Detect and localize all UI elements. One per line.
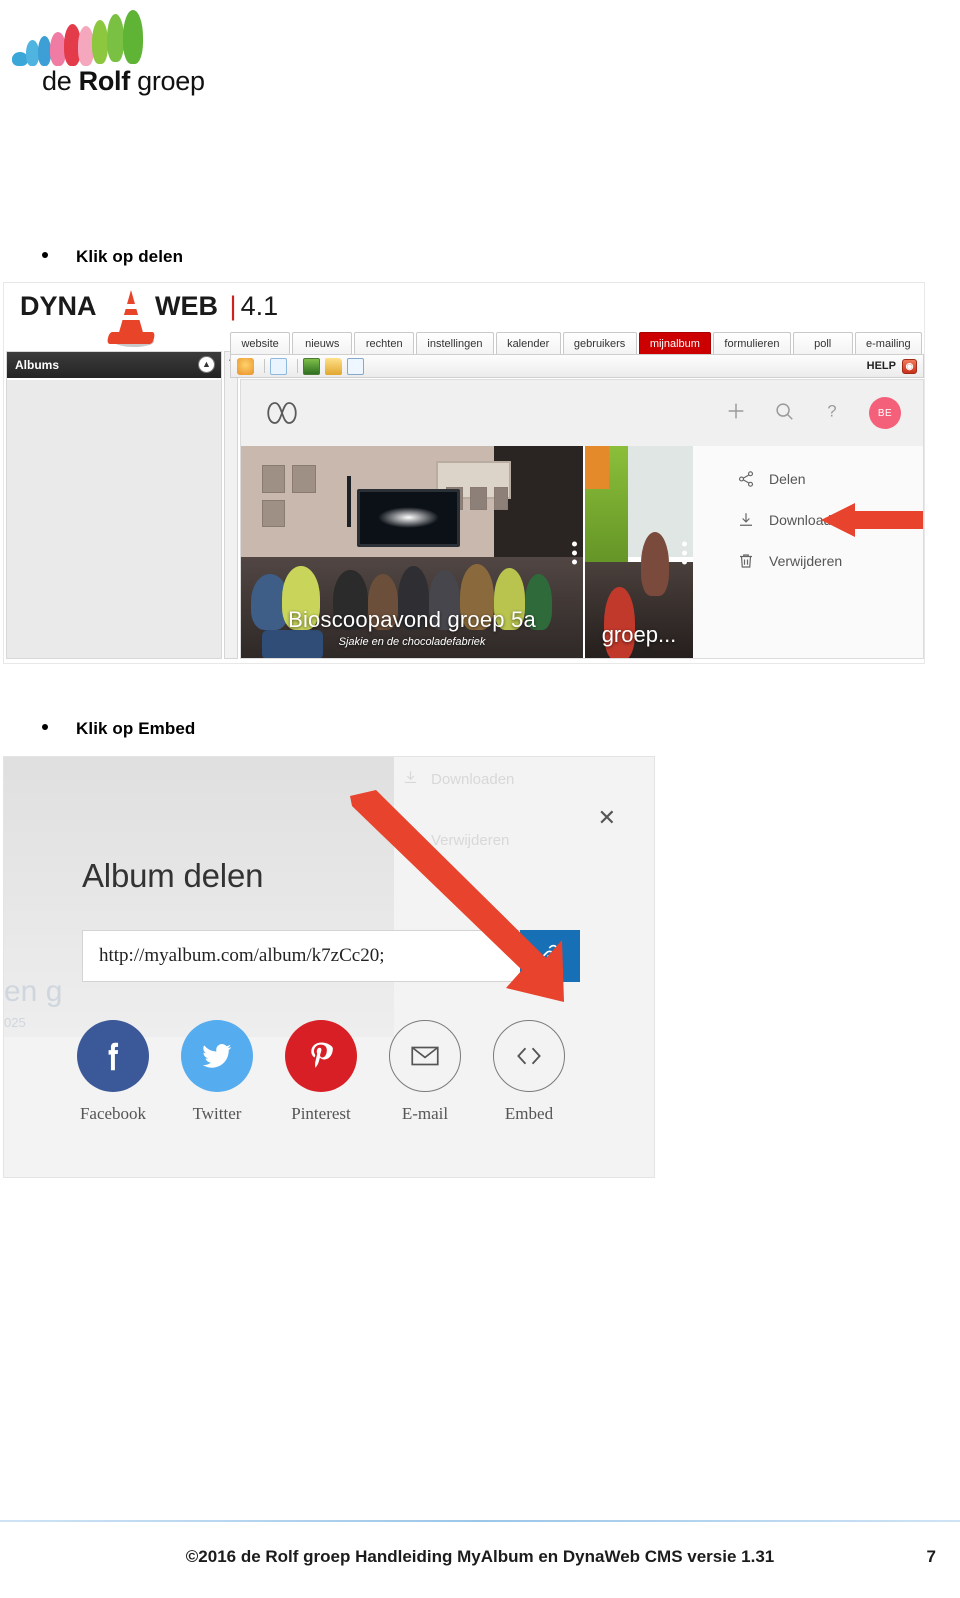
footer-divider (0, 1520, 960, 1522)
share-target-label: Pinterest (291, 1104, 351, 1123)
step-2-bullet: Klik op Embed (42, 719, 195, 739)
tab-rechten[interactable]: rechten (354, 332, 415, 354)
share-target-email[interactable]: E-mail (384, 1020, 466, 1124)
dynaweb-header: DYNA WEB | 4.1 (4, 283, 924, 347)
album-subtitle: Sjakie en de chocoladefabriek (338, 636, 486, 648)
preview-icon[interactable] (347, 357, 364, 375)
step-1-label: Klik op delen (76, 247, 184, 266)
tab-gebruikers[interactable]: gebruikers (562, 332, 637, 354)
twitter-icon (181, 1020, 253, 1092)
albums-panel-header: Albums ▲ (7, 352, 221, 378)
album-title: groep... (601, 622, 677, 647)
album-context-menu: Delen Downloaden Verwijderen (693, 446, 923, 658)
share-target-label: Embed (504, 1104, 554, 1123)
menu-item-delen[interactable]: Delen (737, 470, 923, 488)
traffic-cone-icon (106, 288, 156, 350)
tab-emailing[interactable]: e-mailing (854, 332, 922, 354)
bullet-dot-icon (42, 724, 48, 730)
album-tile-caption: Bioscoopavond groep 5a Sjakie en de choc… (241, 607, 583, 648)
panel-collapse-strip[interactable]: ^ (224, 351, 238, 659)
share-target-pinterest[interactable]: Pinterest (280, 1020, 362, 1124)
myalbum-album-grid: Bioscoopavond groep 5a Sjakie en de choc… (241, 446, 923, 658)
facebook-icon (77, 1020, 149, 1092)
pinterest-icon (285, 1020, 357, 1092)
svg-text:?: ? (827, 402, 836, 420)
plus-icon[interactable] (725, 400, 747, 427)
album-tile-groep[interactable]: groep... (583, 446, 693, 658)
tab-formulieren[interactable]: formulieren (713, 332, 791, 354)
albums-panel-body (7, 378, 221, 658)
page-number: 7 (926, 1547, 936, 1566)
envelope-icon (389, 1020, 461, 1092)
image-icon[interactable] (303, 357, 320, 375)
step-2-label: Klik op Embed (76, 719, 196, 738)
question-mark-icon[interactable]: ? (821, 400, 843, 427)
dynaweb-logo-dyna: DYNA (20, 291, 96, 321)
download-icon (737, 511, 755, 529)
dynaweb-version: 4.1 (240, 291, 279, 321)
tab-instellingen[interactable]: instellingen (416, 332, 494, 354)
album-title: Bioscoopavond groep 5a (288, 607, 536, 632)
footer-text: ©2016 de Rolf groep Handleiding MyAlbum … (185, 1547, 775, 1566)
tab-nieuws[interactable]: nieuws (292, 332, 353, 354)
tab-mijnalbum[interactable]: mijnalbum (638, 332, 712, 354)
myalbum-infinity-logo[interactable] (263, 400, 303, 426)
screenshot-dynaweb-myalbum: DYNA WEB |4.1 Albums ▲ ^ website nieuws … (4, 283, 924, 663)
menu-item-label: Delen (769, 471, 806, 487)
dynaweb-logo-web: WEB (155, 291, 219, 321)
menu-item-verwijderen[interactable]: Verwijderen (737, 552, 923, 570)
help-button-icon[interactable]: ◉ (902, 358, 917, 374)
logo-wordmark: de Rolf groep (42, 66, 205, 97)
album-tile-bioscoopavond[interactable]: Bioscoopavond groep 5a Sjakie en de choc… (241, 446, 583, 658)
logo-text-groep: groep (129, 66, 205, 96)
home-icon[interactable] (237, 357, 254, 375)
share-target-label: Facebook (79, 1104, 147, 1123)
annotation-arrow-delen (821, 503, 923, 537)
bullet-dot-icon (42, 252, 48, 258)
new-page-icon[interactable] (270, 357, 287, 375)
logo-text-de: de (42, 66, 79, 96)
share-target-twitter[interactable]: Twitter (176, 1020, 258, 1124)
tile-options-dots[interactable] (572, 541, 577, 565)
logo-figures (10, 8, 180, 70)
trash-icon (737, 552, 755, 570)
close-icon[interactable]: ✕ (598, 807, 616, 829)
share-target-embed[interactable]: Embed (488, 1020, 570, 1124)
share-icon (737, 470, 755, 488)
share-target-label: E-mail (401, 1104, 449, 1123)
myalbum-topbar: ? BE (241, 380, 923, 446)
page-footer: ©2016 de Rolf groep Handleiding MyAlbum … (0, 1537, 960, 1577)
share-targets: Facebook Twitter Pinterest E-mail Embed (72, 1020, 570, 1124)
rolf-groep-logo: de Rolf groep (10, 8, 225, 100)
dynaweb-toolbar: HELP ◉ (230, 354, 924, 378)
chevron-double-up-icon[interactable]: ▲ (198, 356, 215, 373)
annotation-arrow-embed (350, 790, 564, 1002)
albums-panel-title: Albums (15, 358, 60, 372)
myalbum-actions: ? BE (725, 397, 901, 429)
share-target-facebook[interactable]: Facebook (72, 1020, 154, 1124)
logo-text-rolf: Rolf (78, 66, 131, 96)
avatar[interactable]: BE (869, 397, 901, 429)
code-brackets-icon (493, 1020, 565, 1092)
tile-options-dots[interactable] (682, 541, 687, 565)
help-label: HELP (866, 360, 896, 372)
dynaweb-tab-bar: website nieuws rechten instellingen kale… (230, 329, 924, 354)
search-icon[interactable] (773, 400, 795, 427)
step-1-bullet: Klik op delen (42, 247, 183, 267)
dialog-title: Album delen (82, 857, 264, 894)
albums-panel: Albums ▲ (6, 351, 222, 659)
folder-icon[interactable] (325, 357, 342, 375)
tab-kalender[interactable]: kalender (495, 332, 561, 354)
share-target-label: Twitter (192, 1104, 242, 1123)
dynaweb-logo-separator: | (229, 291, 237, 321)
help-area: HELP ◉ (866, 358, 917, 374)
menu-item-label: Verwijderen (769, 553, 843, 569)
tab-poll[interactable]: poll (792, 332, 853, 354)
tab-website[interactable]: website (230, 332, 291, 354)
